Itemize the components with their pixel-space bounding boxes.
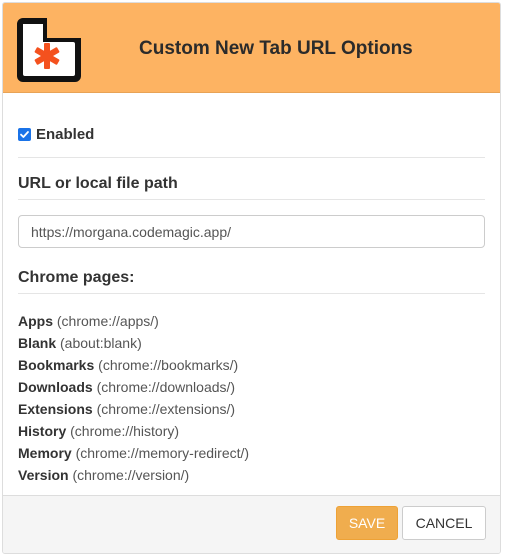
page-title: Custom New Tab URL Options: [139, 38, 413, 59]
url-section-heading: URL or local file path: [18, 175, 178, 192]
list-item: Downloads (chrome://downloads/): [18, 376, 249, 398]
footer: SAVE CANCEL: [3, 495, 500, 553]
url-input[interactable]: [18, 215, 485, 248]
options-panel: Custom New Tab URL Options Enabled URL o…: [2, 2, 501, 554]
page-url: (chrome://memory-redirect/): [75, 445, 250, 461]
list-item: Extensions (chrome://extensions/): [18, 398, 249, 420]
page-url: (chrome://extensions/): [96, 401, 236, 417]
list-item: Bookmarks (chrome://bookmarks/): [18, 354, 249, 376]
page-name: Version: [18, 467, 69, 483]
save-button[interactable]: SAVE: [336, 506, 398, 540]
page-name: Extensions: [18, 401, 93, 417]
page-name: Memory: [18, 445, 72, 461]
list-item: Apps (chrome://apps/): [18, 310, 249, 332]
list-item: Blank (about:blank): [18, 332, 249, 354]
chrome-pages-heading: Chrome pages:: [18, 269, 135, 286]
list-item: Version (chrome://version/): [18, 464, 249, 486]
page-url: (chrome://downloads/): [96, 379, 236, 395]
page-name: Downloads: [18, 379, 93, 395]
page-url: (chrome://bookmarks/): [98, 357, 239, 373]
enabled-checkbox[interactable]: [18, 128, 31, 141]
enabled-row[interactable]: Enabled: [18, 126, 94, 143]
page-url: (chrome://version/): [72, 467, 190, 483]
page-name: Blank: [18, 335, 57, 351]
page-name: Apps: [18, 313, 53, 329]
divider: [18, 199, 485, 200]
page-url: (chrome://history): [70, 423, 180, 439]
chrome-pages-list: Apps (chrome://apps/) Blank (about:blank…: [18, 310, 249, 486]
page-url: (chrome://apps/): [56, 313, 159, 329]
divider: [18, 157, 485, 158]
header: Custom New Tab URL Options: [3, 3, 500, 93]
checkmark-icon: [20, 131, 29, 138]
list-item: Memory (chrome://memory-redirect/): [18, 442, 249, 464]
divider: [18, 293, 485, 294]
list-item: History (chrome://history): [18, 420, 249, 442]
page-name: Bookmarks: [18, 357, 95, 373]
page-name: History: [18, 423, 67, 439]
cancel-button[interactable]: CANCEL: [402, 506, 486, 540]
page-url: (about:blank): [60, 335, 142, 351]
enabled-label[interactable]: Enabled: [36, 126, 94, 143]
asterisk-page-icon: [17, 18, 81, 82]
